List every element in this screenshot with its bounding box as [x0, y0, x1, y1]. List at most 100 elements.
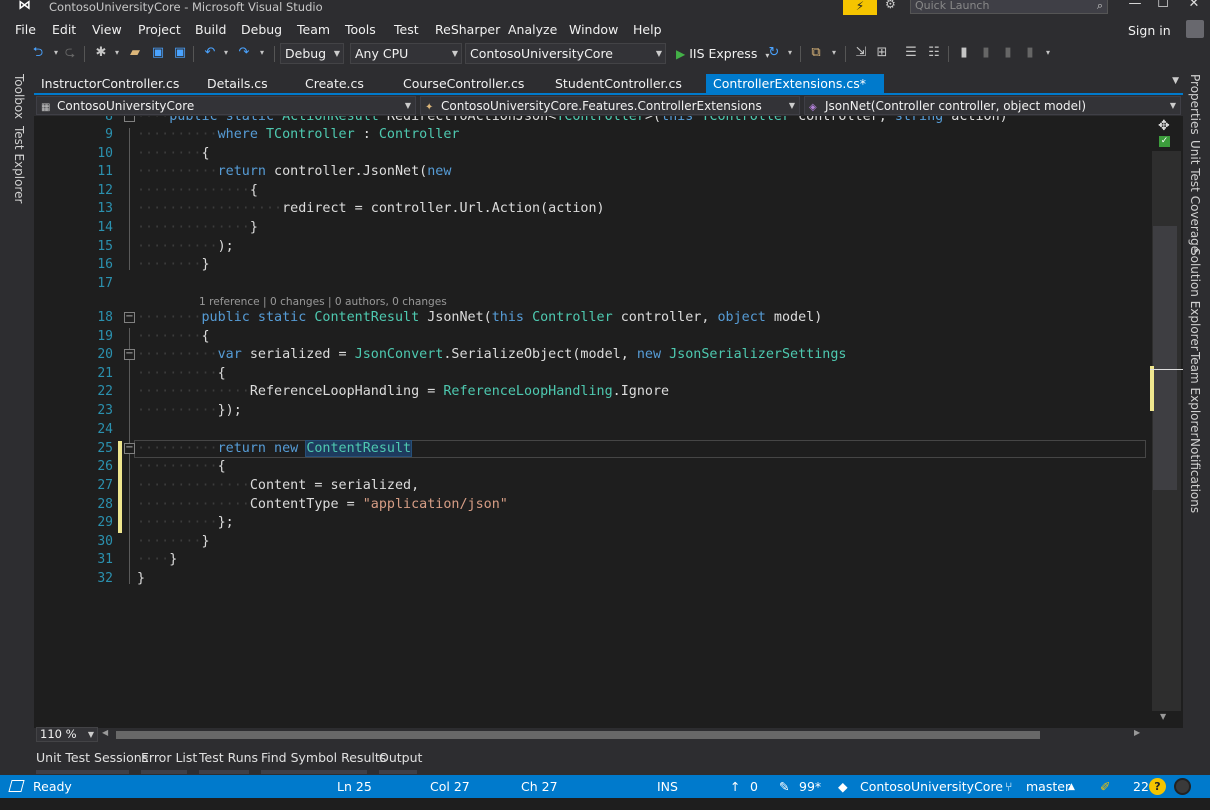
type-dropdown[interactable]: ✦ ContosoUniversityCore.Features.Controll…	[420, 96, 800, 115]
collapse-icon[interactable]: −	[124, 116, 135, 122]
collapse-icon[interactable]: −	[124, 312, 135, 323]
menu-resharper[interactable]: ReSharper	[435, 22, 500, 37]
refresh-dropdown-icon[interactable]: ▾	[782, 45, 798, 61]
navigate-forward-icon[interactable]: ⮎	[62, 45, 78, 61]
browser-link-dropdown-icon[interactable]: ▾	[826, 45, 842, 61]
save-icon[interactable]: ▣	[150, 45, 166, 61]
type-value: ContosoUniversityCore.Features.Controlle…	[441, 99, 762, 113]
scroll-down-arrow-icon[interactable]: ▼	[1160, 712, 1166, 721]
code-lens-info[interactable]: 1 reference | 0 changes | 0 authors, 0 c…	[199, 296, 447, 308]
new-dropdown-icon[interactable]: ▾	[109, 45, 125, 61]
redo-icon[interactable]: ↷	[236, 45, 252, 61]
team-explorer-tab[interactable]: Team Explorer	[1188, 352, 1202, 438]
repository-name[interactable]: ContosoUniversityCore	[860, 779, 1003, 794]
next-bookmark-icon[interactable]: ▮	[1000, 45, 1016, 61]
menu-help[interactable]: Help	[633, 22, 662, 37]
save-all-icon[interactable]: ▣	[172, 45, 188, 61]
menu-debug[interactable]: Debug	[241, 22, 282, 37]
menu-team[interactable]: Team	[297, 22, 330, 37]
user-avatar-icon[interactable]	[1186, 20, 1204, 38]
undo-dropdown-icon[interactable]: ▾	[218, 45, 234, 61]
step-into-icon[interactable]: ⇲	[853, 45, 869, 61]
collapse-icon[interactable]: −	[124, 349, 135, 360]
clear-bookmarks-icon[interactable]: ▮	[1022, 45, 1038, 61]
unpublished-commits-count[interactable]: 0	[750, 779, 758, 794]
tab-details[interactable]: Details.cs	[200, 74, 268, 94]
scroll-left-arrow-icon[interactable]: ◀	[102, 728, 108, 737]
minimize-button[interactable]: —	[1121, 0, 1149, 14]
show-threads-icon[interactable]: ⊞	[874, 45, 890, 61]
branch-name[interactable]: master	[1026, 779, 1070, 794]
run-iis-express-button[interactable]: ▶ IIS Express ▾	[676, 44, 769, 64]
scroll-thumb[interactable]	[1153, 226, 1177, 490]
notification-bell-icon[interactable]: ?	[1149, 778, 1166, 795]
bookmark-icon[interactable]: ▮	[956, 45, 972, 61]
sign-in-link[interactable]: Sign in	[1128, 23, 1171, 38]
properties-tab[interactable]: Properties	[1188, 74, 1202, 135]
notification-count[interactable]: 22	[1133, 779, 1149, 794]
menu-view[interactable]: View	[92, 22, 122, 37]
feedback-icon[interactable]	[1174, 778, 1191, 795]
notifications-tab[interactable]: Notifications	[1188, 438, 1202, 513]
menu-build[interactable]: Build	[195, 22, 226, 37]
output-window-icon[interactable]	[8, 780, 25, 792]
tab-error-list[interactable]: Error List	[141, 750, 197, 765]
split-window-icon[interactable]: ✥	[1158, 118, 1170, 134]
menu-test[interactable]: Test	[394, 22, 419, 37]
solution-configuration-dropdown[interactable]: Debug ▼	[280, 43, 344, 64]
toolbar-overflow-icon[interactable]: ▾	[1040, 45, 1056, 61]
solution-platform-dropdown[interactable]: Any CPU ▼	[350, 43, 462, 64]
tab-course-controller[interactable]: CourseController.cs	[396, 74, 524, 94]
tab-create[interactable]: Create.cs	[298, 74, 364, 94]
test-explorer-tab[interactable]: Test Explorer	[12, 126, 26, 203]
toolbox-tab[interactable]: Toolbox	[12, 74, 26, 119]
scroll-right-arrow-icon[interactable]: ▶	[1134, 728, 1140, 737]
method-icon: ◈	[809, 102, 817, 113]
member-dropdown[interactable]: ◈ JsonNet(Controller controller, object m…	[804, 96, 1181, 115]
menu-file[interactable]: File	[15, 22, 36, 37]
tab-overflow-dropdown-icon[interactable]: ▼	[1172, 76, 1179, 86]
tab-test-runs[interactable]: Test Runs	[199, 750, 258, 765]
feedback-flag-icon[interactable]: ⚡	[843, 0, 877, 15]
line-number: 26	[97, 459, 113, 474]
collapse-icon[interactable]: −	[124, 443, 135, 454]
tab-controller-extensions[interactable]: ControllerExtensions.cs* ⊸ ✕	[706, 74, 884, 111]
maximize-button[interactable]: ☐	[1149, 0, 1177, 14]
pending-changes-count[interactable]: 99*	[799, 779, 821, 794]
tab-output[interactable]: Output	[379, 750, 422, 765]
refresh-icon[interactable]: ↻	[766, 45, 782, 61]
tab-instructor-controller[interactable]: InstructorController.cs	[34, 74, 179, 94]
tab-unit-test-sessions[interactable]: Unit Test Sessions	[36, 750, 148, 765]
undo-icon[interactable]: ↶	[202, 45, 218, 61]
solution-explorer-tab[interactable]: Solution Explorer	[1188, 248, 1202, 351]
unit-test-coverage-tab[interactable]: Unit Test Coverage	[1188, 140, 1202, 253]
close-window-button[interactable]: ✕	[1180, 0, 1208, 14]
new-project-icon[interactable]: ✱	[93, 45, 109, 61]
resharper-icon[interactable]: ✐	[1100, 779, 1110, 794]
tab-find-symbol-results[interactable]: Find Symbol Results	[261, 750, 386, 765]
code-line: 19 ········{	[34, 328, 1150, 347]
menu-edit[interactable]: Edit	[52, 22, 76, 37]
quick-launch-input[interactable]: Quick Launch ⌕	[910, 0, 1108, 14]
uncomment-icon[interactable]: ☷	[926, 45, 942, 61]
project-dropdown[interactable]: ▦ ContosoUniversityCore ▼	[36, 96, 416, 115]
account-settings-icon[interactable]: ⚙	[885, 0, 901, 13]
tab-student-controller[interactable]: StudentController.cs	[548, 74, 682, 94]
redo-dropdown-icon[interactable]: ▾	[254, 45, 270, 61]
previous-bookmark-icon[interactable]: ▮	[978, 45, 994, 61]
code-editor[interactable]: 8 − ····public static ActionResult Redir…	[34, 116, 1150, 728]
navigate-back-icon[interactable]: ⮌	[30, 45, 46, 61]
zoom-level-dropdown[interactable]: 110 % ▼	[36, 727, 98, 742]
vertical-scrollbar[interactable]: ✥ ✓ ▼	[1150, 116, 1183, 728]
menu-analyze[interactable]: Analyze	[508, 22, 557, 37]
menu-tools[interactable]: Tools	[345, 22, 376, 37]
horizontal-scroll-thumb[interactable]	[116, 731, 1040, 739]
visual-studio-logo-icon: ⋈	[18, 0, 31, 13]
branch-dropdown-icon[interactable]: ▲	[1068, 782, 1075, 792]
menu-project[interactable]: Project	[138, 22, 181, 37]
menu-window[interactable]: Window	[569, 22, 618, 37]
browser-link-icon[interactable]: ⧉	[808, 45, 824, 61]
comment-out-icon[interactable]: ☰	[903, 45, 919, 61]
open-file-icon[interactable]: ▰	[127, 45, 143, 61]
startup-project-dropdown[interactable]: ContosoUniversityCore ▼	[465, 43, 666, 64]
